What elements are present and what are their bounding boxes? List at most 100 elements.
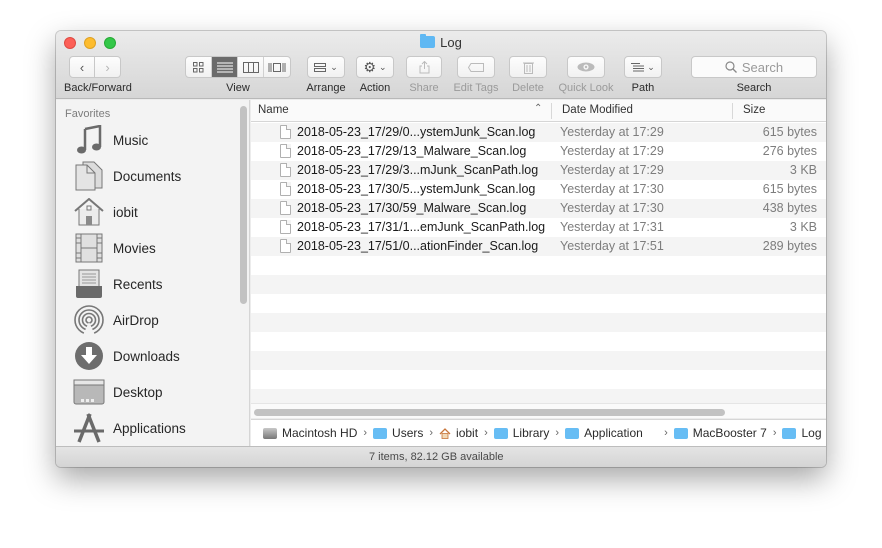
document-icon xyxy=(280,125,291,139)
delete-button[interactable] xyxy=(509,56,547,78)
column-divider[interactable] xyxy=(732,103,733,119)
share-button[interactable] xyxy=(406,56,442,78)
file-row[interactable]: 2018-05-23_17/51/0...ationFinder_Scan.lo… xyxy=(251,237,826,256)
eye-icon xyxy=(577,62,595,72)
airdrop-icon xyxy=(73,304,105,336)
quick-look-button[interactable] xyxy=(567,56,605,78)
file-name: 2018-05-23_17/29/13_Malware_Scan.log xyxy=(297,144,527,158)
view-label: View xyxy=(226,82,250,94)
path-item-users[interactable]: Users xyxy=(373,426,423,440)
column-header-size[interactable]: Size xyxy=(743,104,765,116)
file-date: Yesterday at 17:30 xyxy=(560,201,664,215)
gear-icon: ⚙ xyxy=(363,58,376,75)
chevron-left-icon: ‹ xyxy=(79,59,85,75)
search-label: Search xyxy=(736,82,772,94)
window-title-text: Log xyxy=(440,35,462,50)
document-icon xyxy=(280,220,291,234)
column-view-button[interactable] xyxy=(238,57,264,77)
file-name: 2018-05-23_17/30/59_Malware_Scan.log xyxy=(297,201,527,215)
grid-icon xyxy=(193,61,204,72)
file-name: 2018-05-23_17/29/3...mJunk_ScanPath.log xyxy=(297,163,539,177)
column-divider[interactable] xyxy=(551,103,552,119)
column-header: Name ⌃ Date Modified Size xyxy=(251,100,826,122)
back-button[interactable]: ‹ xyxy=(69,56,95,78)
file-row[interactable]: 2018-05-23_17/30/5...ystemJunk_Scan.log Y… xyxy=(251,180,826,199)
file-name: 2018-05-23_17/29/0...ystemJunk_Scan.log xyxy=(297,125,536,139)
path-item-iobit[interactable]: iobit xyxy=(439,426,478,440)
share-icon xyxy=(419,60,429,73)
back-forward-label: Back/Forward xyxy=(64,82,132,94)
sidebar-item-downloads[interactable]: Downloads xyxy=(56,339,240,373)
list-icon xyxy=(216,62,233,72)
sidebar-item-desktop[interactable]: Desktop xyxy=(56,375,240,409)
cover-flow-view-button[interactable] xyxy=(264,57,290,77)
file-row[interactable]: 2018-05-23_17/29/0...ystemJunk_Scan.log Y… xyxy=(251,123,826,142)
empty-row xyxy=(251,351,826,370)
column-header-date-modified[interactable]: Date Modified xyxy=(562,104,633,116)
path-item-library[interactable]: Library xyxy=(493,426,550,440)
cover-flow-icon xyxy=(268,62,286,72)
path-separator: › xyxy=(555,427,560,439)
path-item-application[interactable]: Application xyxy=(565,426,658,440)
applications-icon xyxy=(73,412,105,444)
desktop-icon xyxy=(73,376,105,408)
recents-icon xyxy=(73,268,105,300)
sidebar-item-documents[interactable]: Documents xyxy=(56,159,240,193)
file-date: Yesterday at 17:30 xyxy=(560,182,664,196)
file-size: 3 KB xyxy=(789,220,817,234)
window-title: Log xyxy=(56,34,826,50)
sidebar-item-recents[interactable]: Recents xyxy=(56,267,240,301)
list-view-button[interactable] xyxy=(212,57,238,77)
folder-icon xyxy=(420,34,436,48)
path-separator: › xyxy=(484,427,488,439)
file-row[interactable]: 2018-05-23_17/29/3...mJunk_ScanPath.log Y… xyxy=(251,161,826,180)
file-name: 2018-05-23_17/31/1...emJunk_ScanPath.log xyxy=(297,220,546,234)
edit-tags-button[interactable] xyxy=(457,56,495,78)
arrange-button[interactable]: ⌄ xyxy=(307,56,345,78)
action-button[interactable]: ⚙ ⌄ xyxy=(356,56,394,78)
library-folder-icon xyxy=(493,427,508,439)
chevron-down-icon: ⌄ xyxy=(330,61,338,72)
search-input[interactable]: Search xyxy=(691,56,817,78)
path-button[interactable]: ⌄ xyxy=(624,56,662,78)
share-label: Share xyxy=(409,82,439,94)
empty-row xyxy=(251,275,826,294)
sidebar-item-airdrop[interactable]: AirDrop xyxy=(56,303,240,337)
view-segmented-control[interactable] xyxy=(185,56,291,78)
sidebar-item-applications[interactable]: Applications xyxy=(56,411,240,445)
icon-view-button[interactable] xyxy=(186,57,212,77)
sidebar-scrollbar[interactable] xyxy=(240,106,247,304)
documents-icon xyxy=(73,160,105,192)
delete-label: Delete xyxy=(512,82,544,94)
file-row[interactable]: 2018-05-23_17/29/13_Malware_Scan.log Yest… xyxy=(251,142,826,161)
sidebar-item-movies[interactable]: Movies xyxy=(56,231,240,265)
column-header-name[interactable]: Name xyxy=(258,104,289,116)
path-separator: › xyxy=(664,427,668,439)
path-item-macbooster-7[interactable]: MacBooster 7 xyxy=(673,426,767,440)
action-label: Action xyxy=(359,82,391,94)
empty-row xyxy=(251,256,826,275)
forward-button[interactable]: › xyxy=(95,56,121,78)
file-size: 289 bytes xyxy=(762,239,817,253)
sidebar-heading-favorites: Favorites xyxy=(65,108,111,120)
horizontal-scrollbar[interactable] xyxy=(254,409,725,416)
sidebar-item-music[interactable]: Music xyxy=(56,123,240,157)
file-row[interactable]: 2018-05-23_17/31/1...emJunk_ScanPath.log… xyxy=(251,218,826,237)
file-row[interactable]: 2018-05-23_17/30/59_Malware_Scan.log Yest… xyxy=(251,199,826,218)
path-item-label: Library xyxy=(512,426,550,440)
home-icon xyxy=(73,196,105,228)
toolbar: Log ‹ › Back/Forward View ⌄ Arrange ⚙ ⌄ … xyxy=(56,31,826,99)
tag-icon xyxy=(468,62,484,72)
path-item-macintosh-hd[interactable]: Macintosh HD xyxy=(263,426,357,440)
folder-icon xyxy=(673,427,688,439)
path-separator: › xyxy=(429,427,434,439)
path-item-label: Users xyxy=(392,426,424,440)
finder-window: Log ‹ › Back/Forward View ⌄ Arrange ⚙ ⌄ … xyxy=(56,31,826,467)
path-item-log[interactable]: Log xyxy=(782,426,822,440)
sidebar-item-iobit[interactable]: iobit xyxy=(56,195,240,229)
sort-ascending-icon: ⌃ xyxy=(534,103,543,114)
trash-icon xyxy=(522,62,534,74)
empty-row xyxy=(251,332,826,351)
downloads-icon xyxy=(73,340,105,372)
file-size: 615 bytes xyxy=(762,182,817,196)
